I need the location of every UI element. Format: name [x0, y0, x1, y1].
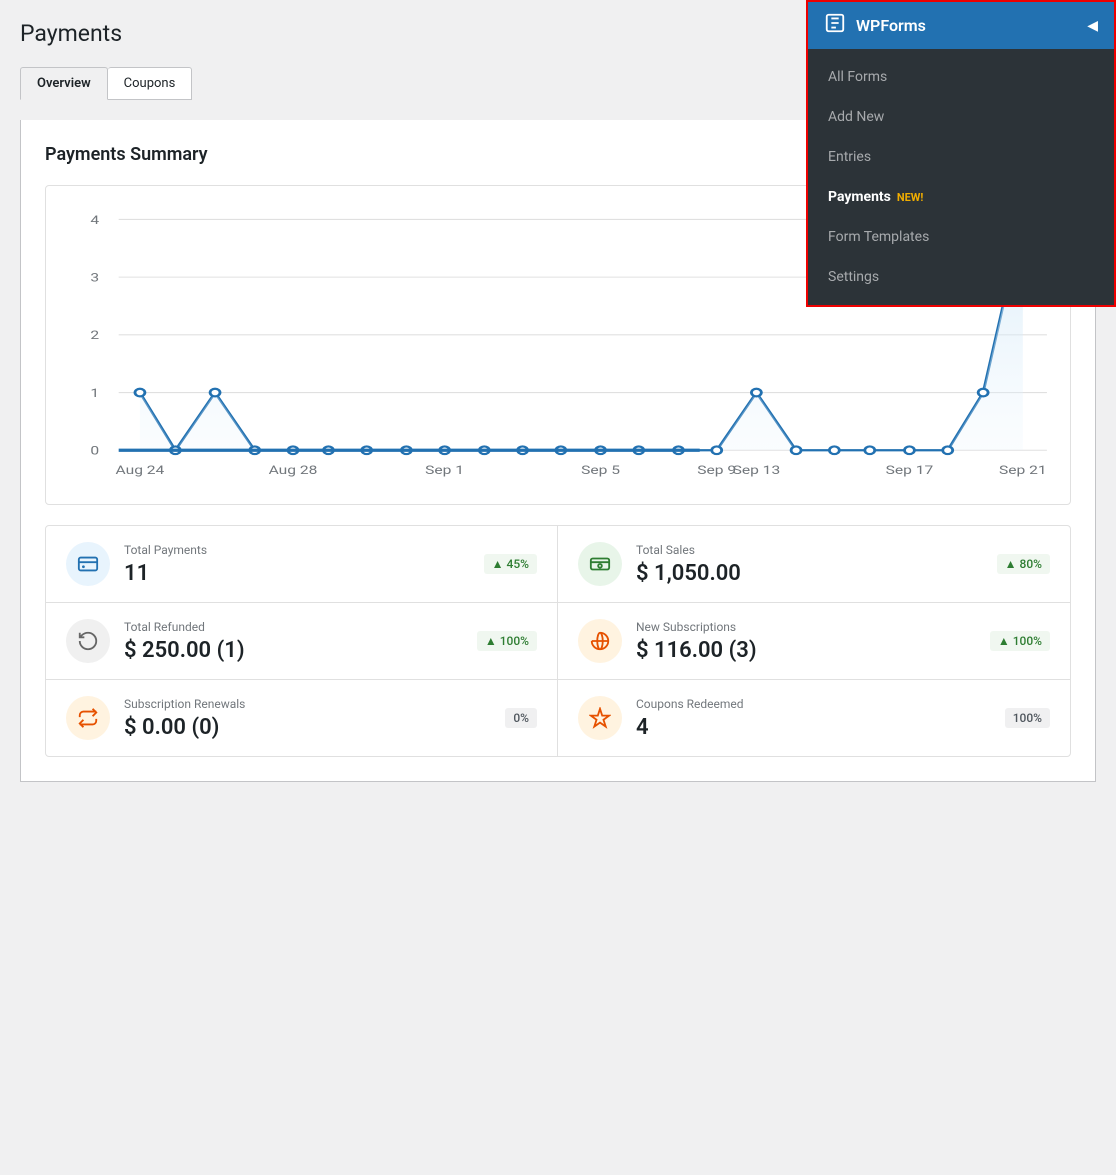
total-payments-info: Total Payments 11: [124, 543, 470, 586]
stat-total-payments: Total Payments 11 ▲ 45%: [46, 526, 558, 603]
total-payments-value: 11: [124, 561, 470, 586]
total-refunded-label: Total Refunded: [124, 620, 463, 634]
svg-text:2: 2: [90, 329, 99, 343]
dropdown-item-form-templates[interactable]: Form Templates: [808, 217, 1114, 257]
stat-subscription-renewals: Subscription Renewals $ 0.00 (0) 0%: [46, 680, 558, 756]
total-refunded-value: $ 250.00 (1): [124, 638, 463, 663]
total-refunded-icon: [66, 619, 110, 663]
subscription-renewals-badge: 0%: [505, 708, 537, 728]
total-sales-badge: ▲ 80%: [997, 554, 1050, 574]
wpforms-dropdown: WPForms ◀ All Forms Add New Entries Paym…: [806, 0, 1116, 307]
dropdown-header-left: WPForms: [824, 12, 926, 39]
total-sales-label: Total Sales: [636, 543, 983, 557]
payments-summary-title: Payments Summary: [45, 144, 208, 165]
dropdown-item-all-forms[interactable]: All Forms: [808, 57, 1114, 97]
total-payments-icon: [66, 542, 110, 586]
dropdown-item-settings[interactable]: Settings: [808, 257, 1114, 297]
new-subscriptions-badge: ▲ 100%: [990, 631, 1050, 651]
tab-overview[interactable]: Overview: [20, 67, 108, 100]
coupons-redeemed-icon: [578, 696, 622, 740]
svg-text:4: 4: [90, 213, 99, 227]
dropdown-item-entries[interactable]: Entries: [808, 137, 1114, 177]
wpforms-icon: [824, 12, 846, 39]
stat-total-sales: Total Sales $ 1,050.00 ▲ 80%: [558, 526, 1070, 603]
dropdown-title: WPForms: [856, 16, 926, 35]
svg-text:Sep 17: Sep 17: [886, 464, 934, 478]
subscription-renewals-info: Subscription Renewals $ 0.00 (0): [124, 697, 491, 740]
stat-total-refunded: Total Refunded $ 250.00 (1) ▲ 100%: [46, 603, 558, 680]
total-sales-icon: [578, 542, 622, 586]
svg-text:Sep 1: Sep 1: [425, 464, 464, 478]
stats-grid: Total Payments 11 ▲ 45% Total Sales $ 1,…: [45, 525, 1071, 757]
subscription-renewals-label: Subscription Renewals: [124, 697, 491, 711]
total-sales-info: Total Sales $ 1,050.00: [636, 543, 983, 586]
new-subscriptions-info: New Subscriptions $ 116.00 (3): [636, 620, 976, 663]
svg-text:Sep 21: Sep 21: [999, 464, 1047, 478]
svg-text:Sep 9: Sep 9: [697, 464, 736, 478]
new-subscriptions-label: New Subscriptions: [636, 620, 976, 634]
new-subscriptions-icon: [578, 619, 622, 663]
subscription-renewals-value: $ 0.00 (0): [124, 715, 491, 740]
dropdown-menu: All Forms Add New Entries PaymentsNEW! F…: [808, 49, 1114, 305]
total-sales-value: $ 1,050.00: [636, 561, 983, 586]
total-payments-badge: ▲ 45%: [484, 554, 537, 574]
coupons-redeemed-label: Coupons Redeemed: [636, 697, 991, 711]
svg-text:Aug 24: Aug 24: [116, 464, 165, 478]
new-subscriptions-value: $ 116.00 (3): [636, 638, 976, 663]
new-badge: NEW!: [897, 191, 924, 204]
total-payments-label: Total Payments: [124, 543, 470, 557]
stat-coupons-redeemed: Coupons Redeemed 4 100%: [558, 680, 1070, 756]
coupons-redeemed-value: 4: [636, 715, 991, 740]
dropdown-item-payments[interactable]: PaymentsNEW!: [808, 177, 1114, 217]
svg-text:3: 3: [90, 271, 99, 285]
dropdown-header[interactable]: WPForms ◀: [808, 2, 1114, 49]
svg-text:Sep 5: Sep 5: [581, 464, 620, 478]
subscription-renewals-icon: [66, 696, 110, 740]
dropdown-arrow-icon: ◀: [1087, 18, 1098, 34]
svg-text:1: 1: [90, 387, 99, 401]
svg-text:Sep 13: Sep 13: [733, 464, 781, 478]
tab-coupons[interactable]: Coupons: [108, 67, 193, 100]
coupons-redeemed-info: Coupons Redeemed 4: [636, 697, 991, 740]
total-refunded-info: Total Refunded $ 250.00 (1): [124, 620, 463, 663]
stat-new-subscriptions: New Subscriptions $ 116.00 (3) ▲ 100%: [558, 603, 1070, 680]
coupons-redeemed-badge: 100%: [1005, 708, 1050, 728]
svg-text:Aug 28: Aug 28: [269, 464, 318, 478]
dropdown-item-add-new[interactable]: Add New: [808, 97, 1114, 137]
svg-text:0: 0: [90, 444, 99, 458]
total-refunded-badge: ▲ 100%: [477, 631, 537, 651]
